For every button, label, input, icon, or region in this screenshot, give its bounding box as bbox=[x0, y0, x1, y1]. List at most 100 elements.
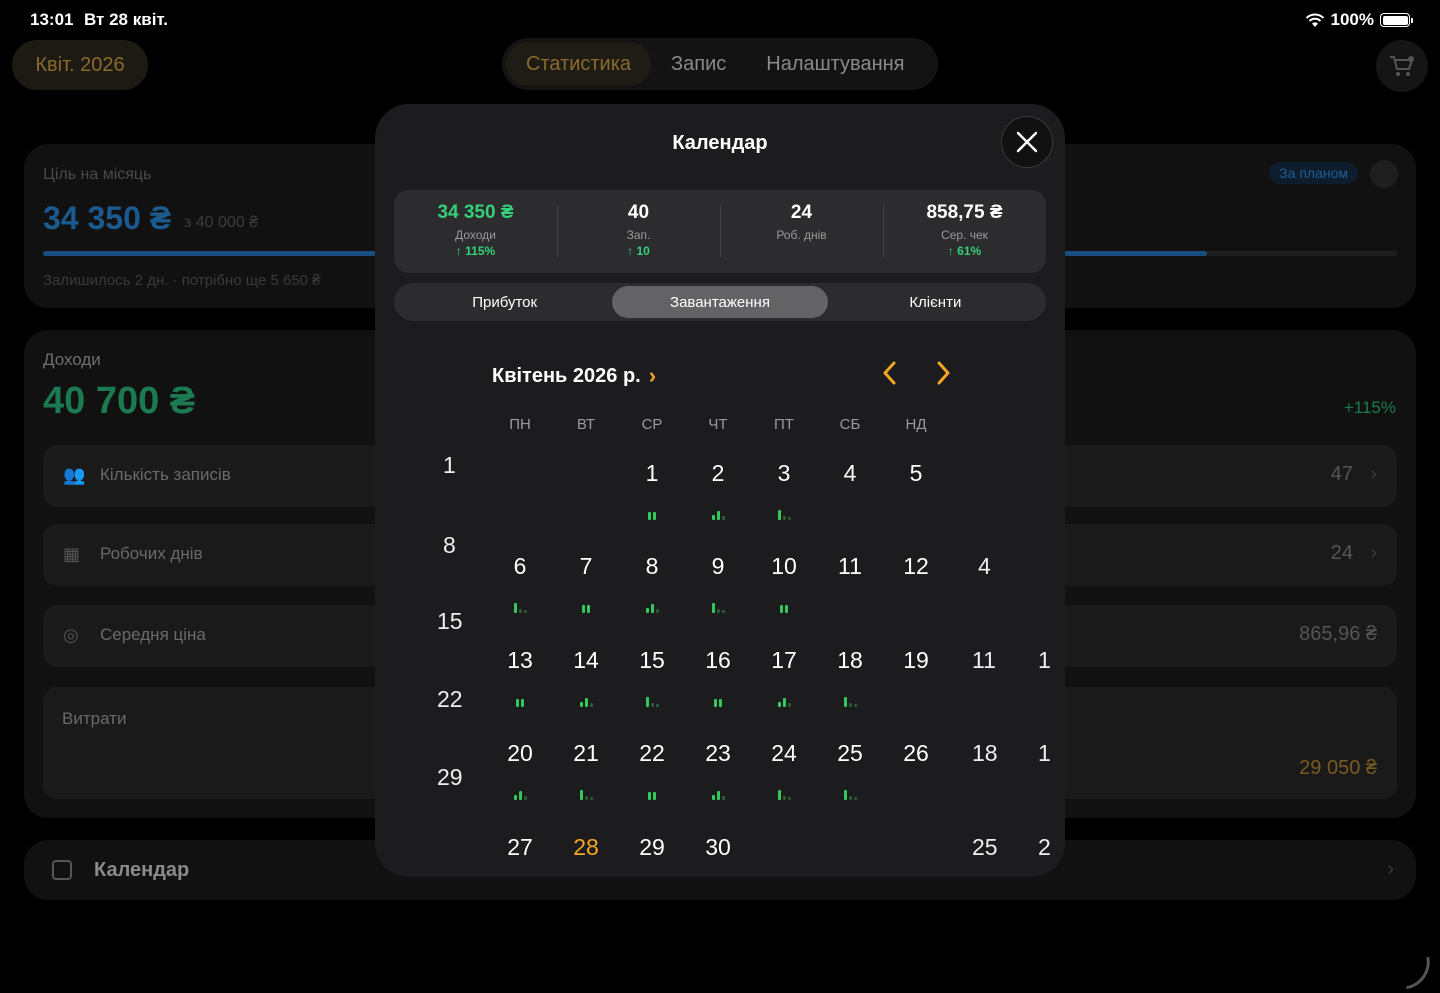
load-indicator bbox=[708, 695, 728, 707]
month-selector-button[interactable]: Квіт. 2026 bbox=[12, 40, 148, 90]
calendar-day[interactable]: 4 bbox=[825, 460, 875, 487]
expenses-value: 29 050 ₴ bbox=[1299, 757, 1377, 779]
calendar-day[interactable]: 6 bbox=[495, 553, 545, 580]
wifi-icon bbox=[1305, 13, 1324, 27]
goal-remaining: Залишилось 2 дн. · потрібно ще 5 650 ₴ bbox=[43, 272, 321, 289]
cart-icon bbox=[1390, 56, 1414, 76]
status-right: 100% bbox=[1305, 10, 1413, 30]
preview-day: 18 bbox=[972, 740, 998, 766]
calendar-day[interactable]: 15 bbox=[627, 647, 677, 674]
load-indicator bbox=[642, 508, 662, 520]
calendar-day[interactable]: 16 bbox=[693, 647, 743, 674]
preview-day: 15 bbox=[437, 608, 463, 634]
load-indicator bbox=[774, 788, 794, 800]
calendar-day[interactable]: 28 bbox=[561, 834, 611, 861]
battery-percent: 100% bbox=[1330, 10, 1374, 29]
calendar-day[interactable]: 27 bbox=[495, 834, 545, 861]
status-bar: 13:01 Вт 28 квіт. 100% bbox=[0, 0, 1440, 38]
calendar-day[interactable]: 8 bbox=[627, 553, 677, 580]
stat-value: 34 350 ₴ bbox=[437, 202, 514, 223]
calendar-icon: ▦ bbox=[63, 544, 81, 564]
segment-clients[interactable]: Клієнти bbox=[828, 286, 1043, 318]
calendar-day[interactable]: 22 bbox=[627, 740, 677, 767]
modal-title: Календар bbox=[672, 132, 768, 154]
calendar-day[interactable]: 7 bbox=[561, 553, 611, 580]
row-value: 865,96 ₴ bbox=[1299, 623, 1377, 645]
row-label: Середня ціна bbox=[100, 625, 206, 644]
calendar-day[interactable]: 2 bbox=[693, 460, 743, 487]
load-indicator bbox=[510, 788, 530, 800]
calendar-day[interactable]: 10 bbox=[759, 553, 809, 580]
segment-load[interactable]: Завантаження bbox=[612, 286, 828, 318]
calendar-day[interactable]: 11 bbox=[825, 553, 875, 580]
chevron-right-icon: › bbox=[648, 363, 657, 388]
segment-profit[interactable]: Прибуток bbox=[397, 286, 612, 318]
calendar-day[interactable]: 13 bbox=[495, 647, 545, 674]
preview-day: 11 bbox=[972, 647, 996, 673]
preview-day: 1 bbox=[1038, 647, 1051, 673]
calendar-day[interactable]: 26 bbox=[891, 740, 941, 767]
stat-value: 858,75 ₴ bbox=[926, 202, 1003, 223]
calendar-day[interactable]: 19 bbox=[891, 647, 941, 674]
cart-button[interactable] bbox=[1376, 40, 1428, 92]
resize-handle[interactable] bbox=[1401, 956, 1435, 990]
stat-label: Сер. чек bbox=[941, 228, 988, 242]
edit-goal-button[interactable] bbox=[1370, 160, 1398, 188]
tab-settings[interactable]: Налаштування bbox=[746, 42, 924, 86]
weekday-label: СБ bbox=[839, 416, 861, 433]
stat-average-check: 858,75 ₴ Сер. чек ↑ 61% bbox=[883, 190, 1046, 273]
stats-summary: 34 350 ₴ Доходи ↑ 115% 40 Зап. ↑ 10 24 Р… bbox=[394, 190, 1046, 273]
preview-day: 2 bbox=[1038, 834, 1051, 860]
tab-statistics[interactable]: Статистика bbox=[506, 42, 652, 86]
preview-day: 22 bbox=[437, 686, 463, 712]
calendar-day[interactable]: 14 bbox=[561, 647, 611, 674]
month-title: Квітень 2026 р. bbox=[492, 364, 641, 387]
calendar-day[interactable]: 24 bbox=[759, 740, 809, 767]
chevron-right-icon bbox=[937, 361, 950, 385]
calendar-day[interactable]: 9 bbox=[693, 553, 743, 580]
close-button[interactable] bbox=[1001, 116, 1053, 168]
load-indicator bbox=[774, 601, 794, 613]
calendar-day[interactable]: 21 bbox=[561, 740, 611, 767]
load-indicator bbox=[774, 695, 794, 707]
chevron-right-icon: › bbox=[1370, 463, 1377, 485]
calendar-day[interactable]: 5 bbox=[891, 460, 941, 487]
stat-delta: ↑ 10 bbox=[627, 244, 650, 258]
weekday-label: НД bbox=[905, 416, 927, 433]
row-value: 24 bbox=[1330, 542, 1353, 564]
chevron-right-icon: › bbox=[1370, 542, 1377, 564]
weekday-label: ВТ bbox=[576, 416, 596, 433]
price-icon: ◎ bbox=[63, 625, 79, 645]
stat-label: Доходи bbox=[455, 228, 496, 242]
goal-value: 34 350 ₴ bbox=[43, 200, 172, 236]
preview-day: 25 bbox=[972, 834, 998, 860]
calendar-day[interactable]: 3 bbox=[759, 460, 809, 487]
calendar-day[interactable]: 1 bbox=[627, 460, 677, 487]
load-indicator bbox=[642, 788, 662, 800]
stat-label: Роб. днів bbox=[776, 228, 827, 242]
tab-booking[interactable]: Запис bbox=[651, 42, 746, 86]
month-picker-button[interactable]: Квітень 2026 р. › bbox=[492, 363, 656, 389]
row-label: Робочих днів bbox=[100, 544, 203, 563]
calendar-day[interactable]: 18 bbox=[825, 647, 875, 674]
load-indicator bbox=[840, 788, 860, 800]
main-tabs: Статистика Запис Налаштування bbox=[502, 38, 938, 90]
load-indicator bbox=[708, 601, 728, 613]
stat-delta: ↑ 115% bbox=[455, 244, 496, 258]
load-indicator bbox=[510, 695, 530, 707]
income-change: +115% bbox=[1343, 398, 1396, 417]
weekday-label: ПН bbox=[509, 416, 531, 433]
calendar-day[interactable]: 17 bbox=[759, 647, 809, 674]
calendar-day[interactable]: 25 bbox=[825, 740, 875, 767]
prev-month-button[interactable] bbox=[881, 360, 897, 393]
calendar-day[interactable]: 23 bbox=[693, 740, 743, 767]
calendar-day[interactable]: 20 bbox=[495, 740, 545, 767]
load-indicator bbox=[576, 788, 596, 800]
goal-label: Ціль на місяць bbox=[43, 166, 152, 183]
calendar-day[interactable]: 12 bbox=[891, 553, 941, 580]
chevron-left-icon bbox=[883, 361, 896, 385]
next-month-button[interactable] bbox=[936, 360, 952, 393]
calendar-day[interactable]: 29 bbox=[627, 834, 677, 861]
calendar-day[interactable]: 30 bbox=[693, 834, 743, 861]
mode-segmented-control: Прибуток Завантаження Клієнти bbox=[394, 283, 1046, 321]
